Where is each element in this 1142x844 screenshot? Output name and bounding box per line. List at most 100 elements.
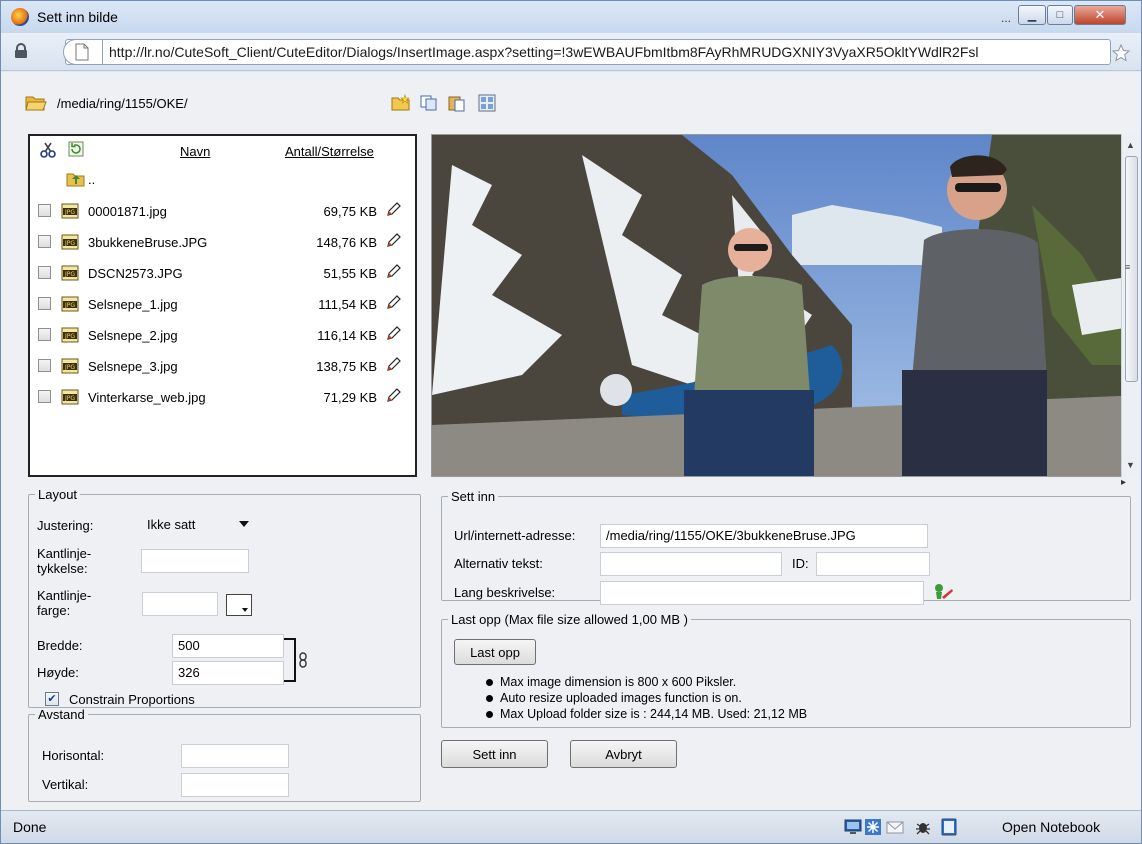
- file-checkbox[interactable]: [38, 359, 51, 372]
- border-width-input[interactable]: [141, 549, 249, 573]
- file-row[interactable]: JPG Selsnepe_3.jpg 138,75 KB: [30, 355, 415, 377]
- upload-info-list: Max image dimension is 800 x 600 Piksler…: [484, 675, 807, 723]
- pencil-icon[interactable]: [385, 264, 401, 280]
- dialog-content: /media/ring/1155/OKE/ Navn Antall/Større…: [1, 72, 1141, 810]
- image-url-input[interactable]: /media/ring/1155/OKE/3bukkeneBruse.JPG: [600, 524, 928, 548]
- status-bar: Done Open Notebook: [1, 810, 1141, 843]
- refresh-icon[interactable]: [68, 141, 84, 157]
- monitor-icon[interactable]: [844, 818, 862, 836]
- upload-button[interactable]: Last opp: [454, 639, 536, 665]
- border-color-input[interactable]: [142, 592, 218, 616]
- svg-text:JPG: JPG: [64, 271, 75, 278]
- horizontal-input[interactable]: [181, 744, 289, 768]
- upload-info-item: Auto resize uploaded images function is …: [484, 691, 807, 707]
- file-size: 69,75 KB: [323, 204, 378, 219]
- id-input[interactable]: [816, 552, 930, 576]
- firefox-icon: [11, 8, 29, 26]
- file-row[interactable]: JPG DSCN2573.JPG 51,55 KB: [30, 262, 415, 284]
- file-checkbox[interactable]: [38, 328, 51, 341]
- site-identity-icon[interactable]: [13, 43, 29, 59]
- file-name[interactable]: DSCN2573.JPG: [88, 266, 183, 281]
- file-checkbox[interactable]: [38, 297, 51, 310]
- file-name[interactable]: Vinterkarse_web.jpg: [88, 390, 206, 405]
- bug-icon[interactable]: [914, 818, 932, 836]
- scissors-icon[interactable]: [40, 142, 56, 158]
- pencil-icon[interactable]: [385, 388, 401, 404]
- width-input[interactable]: 500: [172, 634, 284, 658]
- file-name[interactable]: 3bukkeneBruse.JPG: [88, 235, 207, 250]
- parent-folder-label: ..: [88, 172, 96, 187]
- snowflake-icon[interactable]: [864, 818, 882, 836]
- insert-legend: Sett inn: [451, 489, 496, 504]
- color-dropdown-icon: [242, 608, 248, 612]
- image-preview: [431, 134, 1141, 477]
- pencil-icon[interactable]: [385, 326, 401, 342]
- file-checkbox[interactable]: [38, 390, 51, 403]
- height-input[interactable]: 326: [172, 661, 284, 685]
- border-color-label-1: Kantlinje-: [37, 588, 92, 603]
- align-value: Ikke satt: [147, 517, 196, 532]
- align-label: Justering:: [37, 518, 94, 533]
- scroll-down-arrow-icon[interactable]: ▼: [1126, 460, 1135, 470]
- chain-link-icon[interactable]: [298, 652, 308, 668]
- pencil-icon[interactable]: [385, 357, 401, 373]
- file-size: 111,54 KB: [318, 297, 377, 312]
- page-icon: [75, 43, 89, 61]
- paste-icon[interactable]: [447, 94, 467, 112]
- preview-scrollbar[interactable]: ▲ ≡ ▼: [1121, 134, 1141, 477]
- up-folder-icon: [66, 173, 85, 187]
- jpg-file-icon: JPG: [61, 389, 79, 405]
- file-row[interactable]: JPG Selsnepe_1.jpg 111,54 KB: [30, 293, 415, 315]
- jpg-file-icon: JPG: [61, 265, 79, 281]
- title-ellipsis: ...: [1001, 11, 1012, 25]
- file-row[interactable]: JPG 00001871.jpg 69,75 KB: [30, 200, 415, 222]
- file-size: 138,75 KB: [316, 359, 377, 374]
- file-name[interactable]: Selsnepe_1.jpg: [88, 297, 178, 312]
- pencil-icon[interactable]: [385, 233, 401, 249]
- close-icon: ✕: [1094, 7, 1106, 22]
- minimize-button[interactable]: ▁: [1018, 5, 1046, 25]
- pencil-icon[interactable]: [385, 295, 401, 311]
- svg-text:JPG: JPG: [64, 333, 75, 340]
- file-name[interactable]: Selsnepe_2.jpg: [88, 328, 178, 343]
- vertical-input[interactable]: [181, 773, 289, 797]
- thumbnail-view-icon[interactable]: [477, 94, 497, 112]
- insert-button[interactable]: Sett inn: [441, 740, 548, 768]
- maximize-button[interactable]: □: [1047, 5, 1073, 25]
- scroll-up-arrow-icon[interactable]: ▲: [1126, 140, 1135, 150]
- close-button[interactable]: ✕: [1074, 5, 1126, 25]
- vertical-label: Vertikal:: [42, 777, 89, 792]
- file-row[interactable]: JPG 3bukkeneBruse.JPG 148,76 KB: [30, 231, 415, 253]
- copy-icon[interactable]: [419, 94, 439, 112]
- pencil-icon[interactable]: [385, 202, 401, 218]
- notebook-icon[interactable]: [940, 818, 958, 836]
- file-name[interactable]: Selsnepe_3.jpg: [88, 359, 178, 374]
- height-label: Høyde:: [37, 665, 79, 680]
- mail-icon[interactable]: [886, 818, 904, 836]
- file-row[interactable]: JPG Selsnepe_2.jpg 116,14 KB: [30, 324, 415, 346]
- cancel-button[interactable]: Avbryt: [570, 740, 677, 768]
- url-label: Url/internett-adresse:: [454, 528, 576, 543]
- parent-folder-item[interactable]: ..: [66, 170, 95, 190]
- url-text[interactable]: http://lr.no/CuteSoft_Client/CuteEditor/…: [109, 44, 1104, 60]
- file-row[interactable]: JPG Vinterkarse_web.jpg 71,29 KB: [30, 386, 415, 408]
- jpg-file-icon: JPG: [61, 296, 79, 312]
- long-description-input[interactable]: [600, 581, 924, 605]
- bookmark-star-icon[interactable]: [1111, 43, 1131, 63]
- column-header-name[interactable]: Navn: [180, 144, 210, 159]
- align-select[interactable]: Ikke satt: [141, 514, 253, 538]
- jpg-file-icon: JPG: [61, 234, 79, 250]
- new-folder-icon[interactable]: [391, 94, 411, 112]
- file-checkbox[interactable]: [38, 235, 51, 248]
- file-name[interactable]: 00001871.jpg: [88, 204, 167, 219]
- alt-text-input[interactable]: [600, 552, 782, 576]
- constrain-proportions-checkbox[interactable]: ✔: [45, 692, 59, 706]
- file-checkbox[interactable]: [38, 266, 51, 279]
- column-header-size[interactable]: Antall/Størrelse: [285, 144, 374, 159]
- file-checkbox[interactable]: [38, 204, 51, 217]
- edit-description-icon[interactable]: [932, 582, 954, 602]
- file-size: 148,76 KB: [316, 235, 377, 250]
- color-picker-button[interactable]: [226, 594, 252, 616]
- open-notebook-link[interactable]: Open Notebook: [1002, 819, 1100, 835]
- border-width-label-2: tykkelse:: [37, 561, 88, 576]
